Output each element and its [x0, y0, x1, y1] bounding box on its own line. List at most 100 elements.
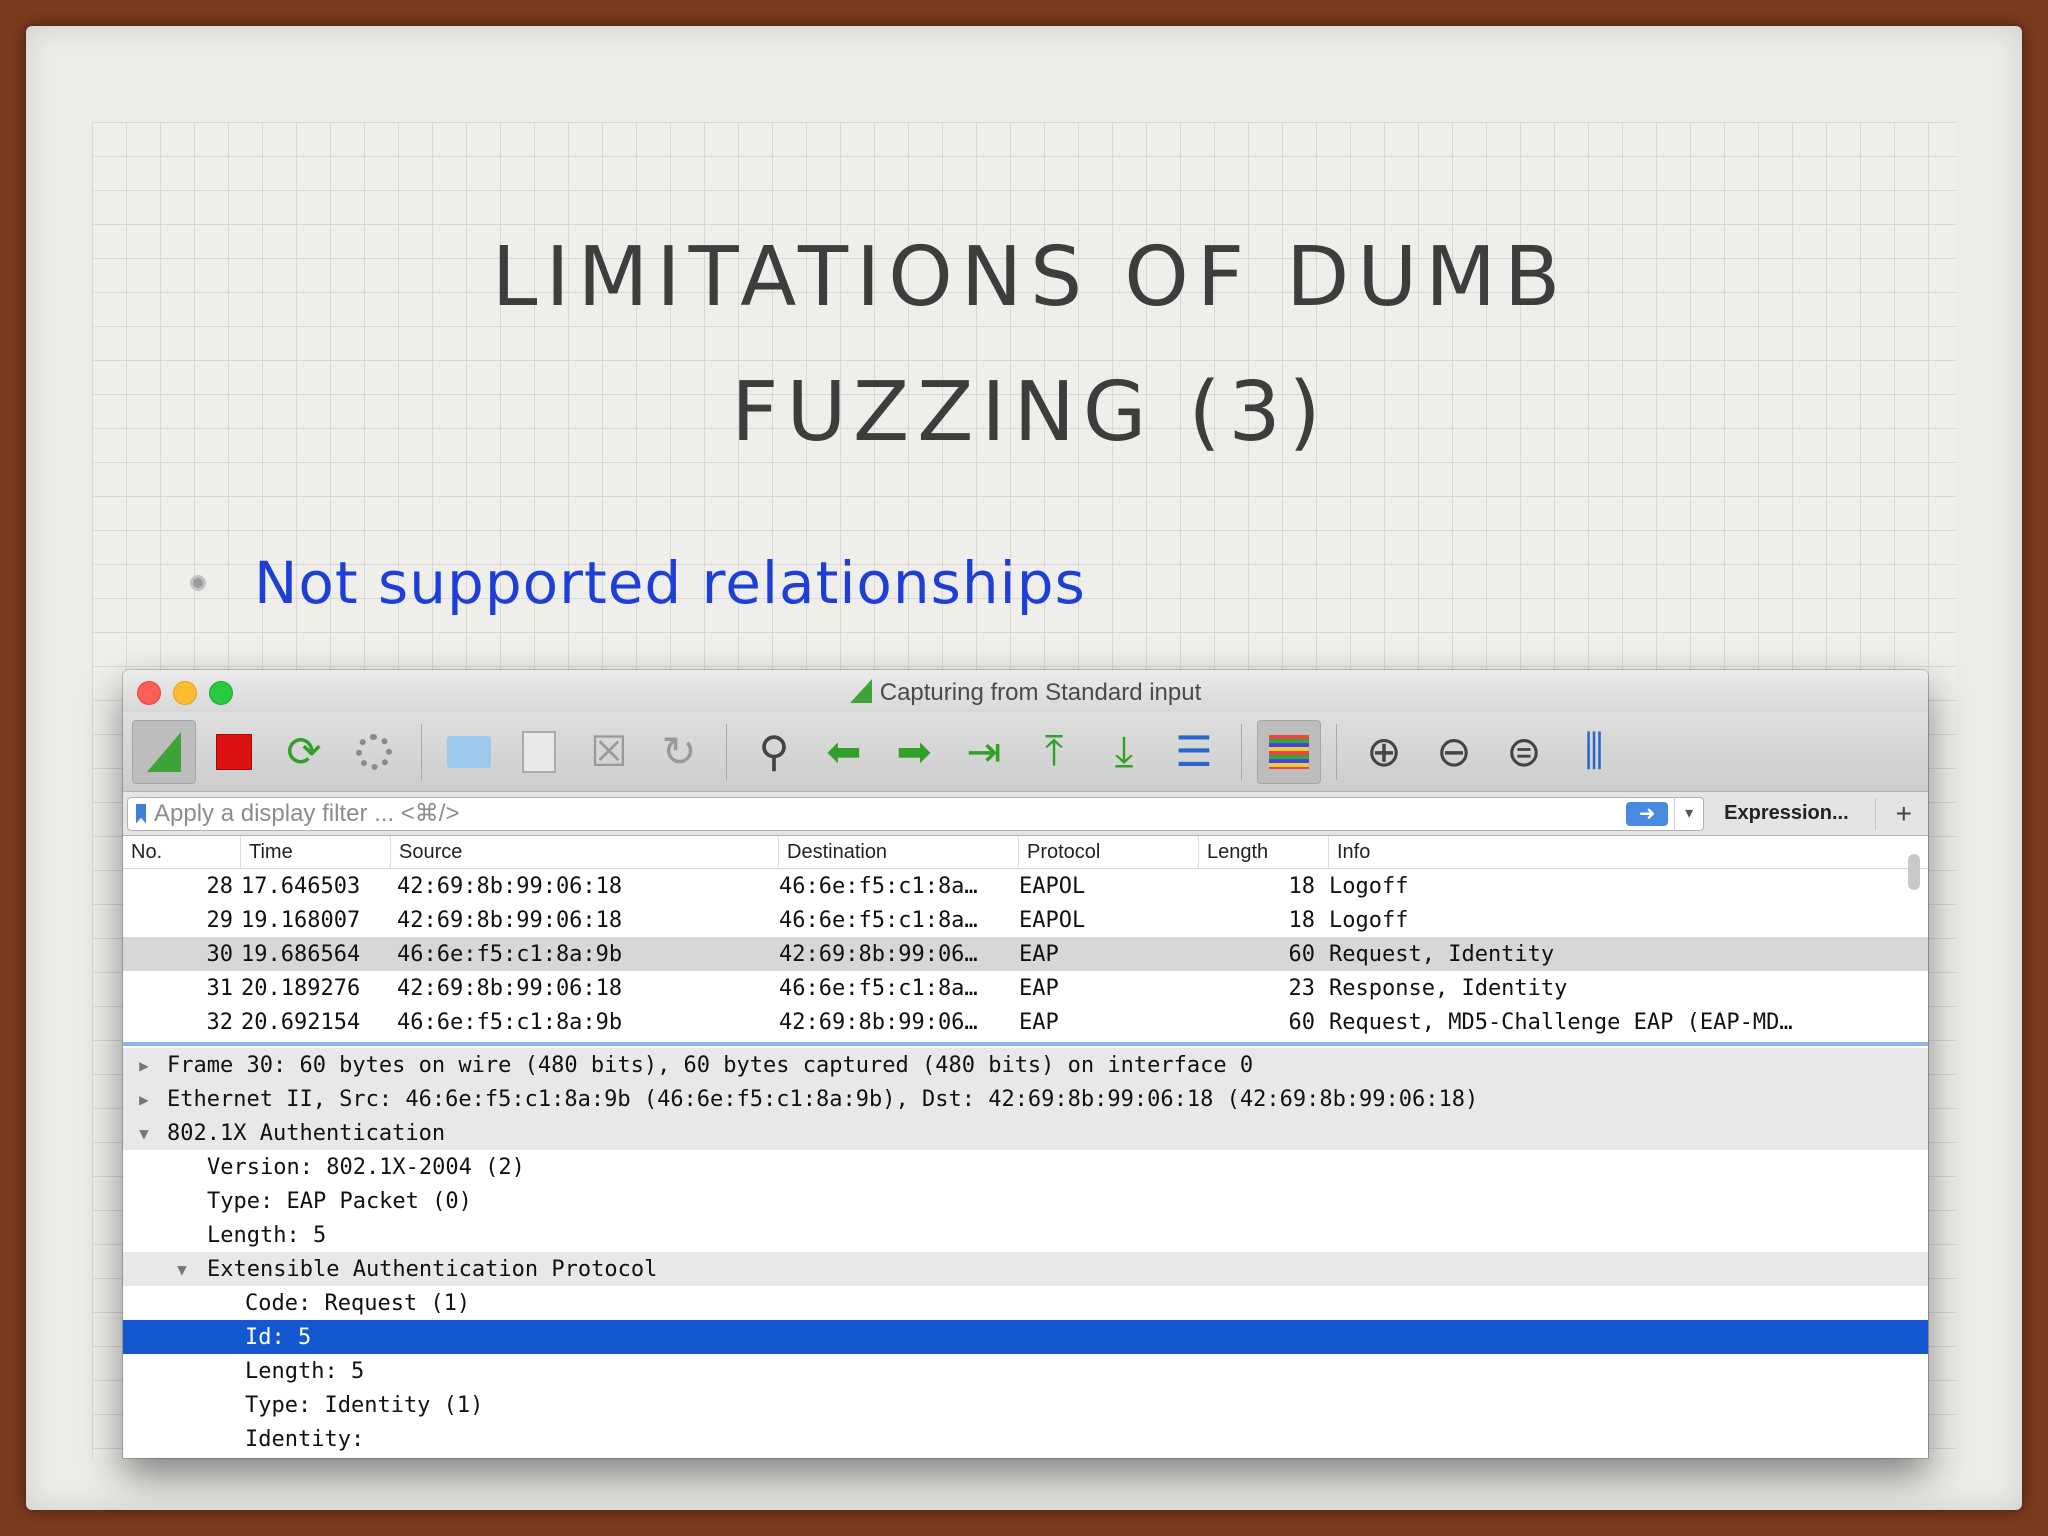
add-filter-button[interactable]: +	[1874, 797, 1912, 830]
tree-item-dot1x[interactable]: ▼ 802.1X Authentication	[123, 1116, 1928, 1150]
go-to-packet-icon: ⇥	[966, 728, 1002, 775]
tree-item-eap-length[interactable]: Length: 5	[123, 1354, 1928, 1388]
packet-source: 42:69:8b:99:06:18	[397, 907, 623, 933]
go-to-packet-button[interactable]: ⇥	[952, 720, 1016, 784]
normal-size-button[interactable]: ⊜	[1492, 720, 1556, 784]
column-header-no[interactable]: No.	[123, 836, 241, 868]
resize-columns-button[interactable]: ⫼	[1562, 720, 1626, 784]
packet-info: Logoff	[1329, 873, 1409, 899]
tree-item-label: Length: 5	[207, 1222, 327, 1248]
column-header-destination[interactable]: Destination	[779, 836, 1019, 868]
expression-button[interactable]: Expression...	[1724, 802, 1849, 825]
collapse-triangle-icon[interactable]: ▼	[131, 1124, 157, 1143]
last-packet-button[interactable]: ⤓	[1092, 720, 1156, 784]
bookmark-icon[interactable]	[136, 803, 146, 824]
packet-time: 20.189276	[241, 975, 361, 1001]
tree-item-label: Code: Request (1)	[245, 1290, 471, 1316]
packet-no: 30	[206, 941, 234, 967]
tree-item-label: Identity:	[245, 1426, 365, 1452]
folder-icon	[447, 735, 491, 768]
packet-no: 29	[206, 907, 234, 933]
zoom-in-icon: ⊕	[1366, 728, 1402, 775]
stop-capture-button[interactable]	[202, 720, 266, 784]
expand-triangle-icon[interactable]: ▶	[131, 1090, 157, 1109]
tree-item-frame[interactable]: ▶ Frame 30: 60 bytes on wire (480 bits),…	[123, 1048, 1928, 1082]
wireshark-fin-icon	[849, 679, 872, 703]
wireshark-window: Capturing from Standard input ⟳ ☒ ↻ ⚲ ⬅ …	[123, 670, 1928, 1458]
collapse-triangle-icon[interactable]: ▼	[169, 1260, 195, 1279]
packet-length: 18	[1288, 873, 1316, 899]
toolbar-separator	[726, 723, 727, 780]
resize-columns-icon: ⫼	[1584, 727, 1604, 774]
packet-protocol: EAP	[1019, 941, 1059, 967]
display-filter-input[interactable]: Apply a display filter ... <⌘/> ➜ ▾	[127, 796, 1705, 831]
open-file-button[interactable]	[437, 720, 501, 784]
arrow-left-icon: ⬅	[826, 728, 862, 775]
packet-protocol: EAP	[1019, 1009, 1059, 1035]
first-packet-button[interactable]: ⤒	[1022, 720, 1086, 784]
packet-row[interactable]: 29 19.168007 42:69:8b:99:06:18 46:6e:f5:…	[123, 903, 1928, 937]
packet-protocol: EAPOL	[1019, 907, 1086, 933]
colorize-button[interactable]	[1257, 719, 1321, 784]
toolbar-separator	[1336, 723, 1337, 780]
zoom-normal-icon: ⊜	[1506, 728, 1542, 775]
packet-no: 32	[206, 1009, 234, 1035]
packet-time: 19.168007	[241, 907, 361, 933]
tree-item-type[interactable]: Type: EAP Packet (0)	[123, 1184, 1928, 1218]
restart-fin-icon: ⟳	[286, 728, 322, 775]
start-capture-button[interactable]	[132, 719, 196, 784]
packet-destination: 46:6e:f5:c1:8a…	[779, 975, 978, 1001]
toolbar-separator	[421, 723, 422, 780]
packet-no: 31	[206, 975, 234, 1001]
column-header-source[interactable]: Source	[391, 836, 779, 868]
tree-item-label: Version: 802.1X-2004 (2)	[207, 1154, 525, 1180]
tree-item-eap[interactable]: ▼ Extensible Authentication Protocol	[123, 1252, 1928, 1286]
packet-destination: 46:6e:f5:c1:8a…	[779, 873, 978, 899]
packet-source: 42:69:8b:99:06:18	[397, 975, 623, 1001]
packet-row-selected[interactable]: 30 19.686564 46:6e:f5:c1:8a:9b 42:69:8b:…	[123, 937, 1928, 971]
go-forward-button[interactable]: ➡	[882, 720, 946, 784]
slide-title-line2: FUZZING (3)	[731, 365, 1329, 460]
packet-length: 18	[1288, 907, 1316, 933]
packet-length: 60	[1288, 941, 1316, 967]
column-header-length[interactable]: Length	[1199, 836, 1329, 868]
filter-history-dropdown[interactable]: ▾	[1674, 796, 1703, 831]
expand-triangle-icon[interactable]: ▶	[131, 1056, 157, 1075]
slide-title: LIMITATIONS OF DUMB FUZZING (3)	[200, 210, 1860, 480]
column-header-protocol[interactable]: Protocol	[1019, 836, 1199, 868]
close-file-button[interactable]: ☒	[577, 720, 641, 784]
column-header-info[interactable]: Info	[1329, 836, 1928, 868]
tree-item-label: Id: 5	[245, 1324, 312, 1350]
zoom-in-button[interactable]: ⊕	[1352, 720, 1416, 784]
packet-source: 42:69:8b:99:06:18	[397, 873, 623, 899]
packet-row[interactable]: 31 20.189276 42:69:8b:99:06:18 46:6e:f5:…	[123, 971, 1928, 1005]
packet-protocol: EAP	[1019, 975, 1059, 1001]
find-packet-button[interactable]: ⚲	[742, 720, 806, 784]
slide-title-line1: LIMITATIONS OF DUMB	[491, 230, 1569, 325]
window-titlebar: Capturing from Standard input	[123, 670, 1928, 712]
autoscroll-button[interactable]: ☰	[1162, 720, 1226, 784]
packet-row[interactable]: 32 20.692154 46:6e:f5:c1:8a:9b 42:69:8b:…	[123, 1005, 1928, 1039]
filter-placeholder: Apply a display filter ... <⌘/>	[154, 800, 460, 827]
window-title: Capturing from Standard input	[123, 679, 1928, 707]
tree-item-eap-type[interactable]: Type: Identity (1)	[123, 1388, 1928, 1422]
packet-list-scrollbar[interactable]	[1908, 854, 1920, 890]
packet-no: 28	[206, 873, 234, 899]
restart-capture-button[interactable]: ⟳	[272, 720, 336, 784]
go-back-button[interactable]: ⬅	[812, 720, 876, 784]
column-header-time[interactable]: Time	[241, 836, 391, 868]
zoom-out-button[interactable]: ⊖	[1422, 720, 1486, 784]
tree-item-version[interactable]: Version: 802.1X-2004 (2)	[123, 1150, 1928, 1184]
tree-item-identity[interactable]: Identity:	[123, 1422, 1928, 1456]
packet-info: Response, Identity	[1329, 975, 1568, 1001]
tree-item-id-selected[interactable]: Id: 5	[123, 1320, 1928, 1354]
tree-item-code[interactable]: Code: Request (1)	[123, 1286, 1928, 1320]
tree-item-ethernet[interactable]: ▶ Ethernet II, Src: 46:6e:f5:c1:8a:9b (4…	[123, 1082, 1928, 1116]
tree-item-length[interactable]: Length: 5	[123, 1218, 1928, 1252]
tree-item-label: Extensible Authentication Protocol	[207, 1256, 658, 1282]
save-file-button[interactable]	[507, 720, 571, 784]
capture-options-button[interactable]	[342, 720, 406, 784]
reload-file-button[interactable]: ↻	[647, 720, 711, 784]
apply-filter-button[interactable]: ➜	[1626, 801, 1669, 826]
packet-row[interactable]: 28 17.646503 42:69:8b:99:06:18 46:6e:f5:…	[123, 869, 1928, 903]
